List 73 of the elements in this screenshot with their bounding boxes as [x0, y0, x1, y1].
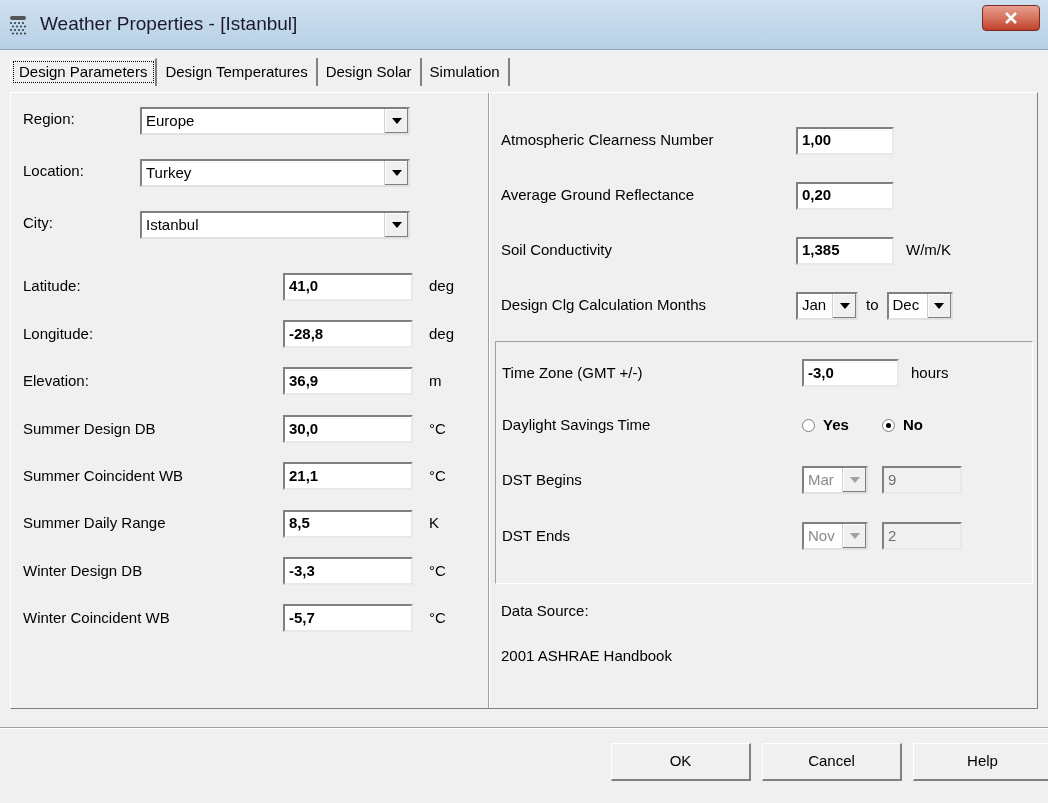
caret-icon	[391, 222, 402, 228]
caret-icon	[934, 302, 944, 309]
field-label: Atmospheric Clearness Number	[501, 130, 715, 151]
caret-icon	[849, 477, 860, 483]
dropdown-button[interactable]	[384, 161, 408, 185]
input-field[interactable]: 36,9	[283, 367, 413, 396]
radio-option[interactable]: Yes	[802, 413, 882, 437]
unit-label: m	[429, 371, 442, 392]
caret-icon	[391, 170, 402, 176]
input-field[interactable]: 41,0	[283, 272, 413, 301]
input-field[interactable]: -5,7	[283, 604, 413, 633]
field-label: Time Zone (GMT +/-)	[502, 362, 644, 383]
dropdown-button[interactable]	[926, 293, 951, 318]
unit-label: °C	[429, 608, 446, 629]
dropdown[interactable]: Turkey	[140, 159, 410, 187]
dropdown-button[interactable]	[384, 109, 408, 133]
unit-label: K	[429, 513, 439, 534]
field-label: Location:	[23, 161, 85, 181]
field-label: Summer Daily Range	[23, 513, 167, 534]
input-field[interactable]: 30,0	[283, 414, 413, 443]
to-label: to	[866, 295, 879, 316]
field-label: Longitude:	[23, 323, 95, 344]
unit-label: deg	[429, 323, 455, 344]
field-label: Average Ground Reflectance	[501, 185, 696, 206]
caret-icon	[391, 118, 402, 124]
caret-icon	[849, 533, 860, 539]
radio-option[interactable]: No	[882, 413, 962, 437]
input-field[interactable]: -28,8	[283, 320, 413, 349]
input-field[interactable]: 1,00	[796, 126, 894, 155]
field-label: Region:	[23, 109, 76, 129]
unit-label: deg	[429, 276, 455, 297]
unit-label: W/m/K	[906, 240, 951, 261]
field-label: Daylight Savings Time	[502, 414, 652, 435]
field-label: Summer Design DB	[23, 418, 157, 439]
field-label: Winter Coincident WB	[23, 608, 171, 629]
dropdown[interactable]: Istanbul	[140, 211, 410, 239]
unit-label: °C	[429, 418, 446, 439]
caret-icon	[839, 302, 850, 309]
dialog-button[interactable]: OK	[611, 743, 751, 781]
data-source-label: Data Source:	[501, 600, 589, 621]
input-field[interactable]: -3,3	[283, 557, 413, 586]
input-field[interactable]: 1,385	[796, 236, 894, 265]
dialog-button[interactable]: Cancel	[762, 743, 902, 781]
unit-label: hours	[911, 362, 949, 383]
tab[interactable]: Simulation	[421, 58, 510, 86]
unit-label: °C	[429, 466, 446, 486]
dropdown[interactable]: Europe	[140, 107, 410, 135]
window-title: Weather Properties - [Istanbul]	[40, 12, 298, 37]
field-label: Summer Coincident WB	[23, 466, 185, 486]
input-field[interactable]: 8,5	[283, 509, 413, 538]
field-label: Latitude:	[23, 276, 82, 297]
input-field[interactable]: -3,0	[802, 359, 899, 387]
input-field[interactable]: 21,1	[283, 462, 413, 491]
field-label: Design Clg Calculation Months	[501, 295, 708, 316]
close-icon	[1005, 11, 1017, 24]
field-label: Soil Conductivity	[501, 240, 613, 261]
input-field[interactable]: 0,20	[796, 181, 894, 210]
tab[interactable]: Design Solar	[317, 58, 422, 86]
unit-label: °C	[429, 560, 446, 581]
dialog-button[interactable]: Help	[913, 743, 1048, 781]
tab[interactable]: Design Temperatures	[157, 58, 318, 86]
dropdown[interactable]: Dec	[886, 291, 953, 320]
tab[interactable]: Design Parameters	[10, 58, 158, 86]
data-source-value: 2001 ASHRAE Handbook	[501, 645, 672, 666]
dropdown-button[interactable]	[832, 293, 856, 318]
dropdown-button[interactable]	[384, 213, 408, 237]
field-label: City:	[23, 213, 54, 233]
field-label: DST Ends	[502, 525, 572, 546]
close-button[interactable]	[982, 4, 1040, 31]
dropdown[interactable]: Jan	[796, 291, 858, 320]
field-label: Elevation:	[23, 371, 90, 392]
field-label: DST Begins	[502, 469, 583, 490]
field-label: Winter Design DB	[23, 560, 144, 581]
